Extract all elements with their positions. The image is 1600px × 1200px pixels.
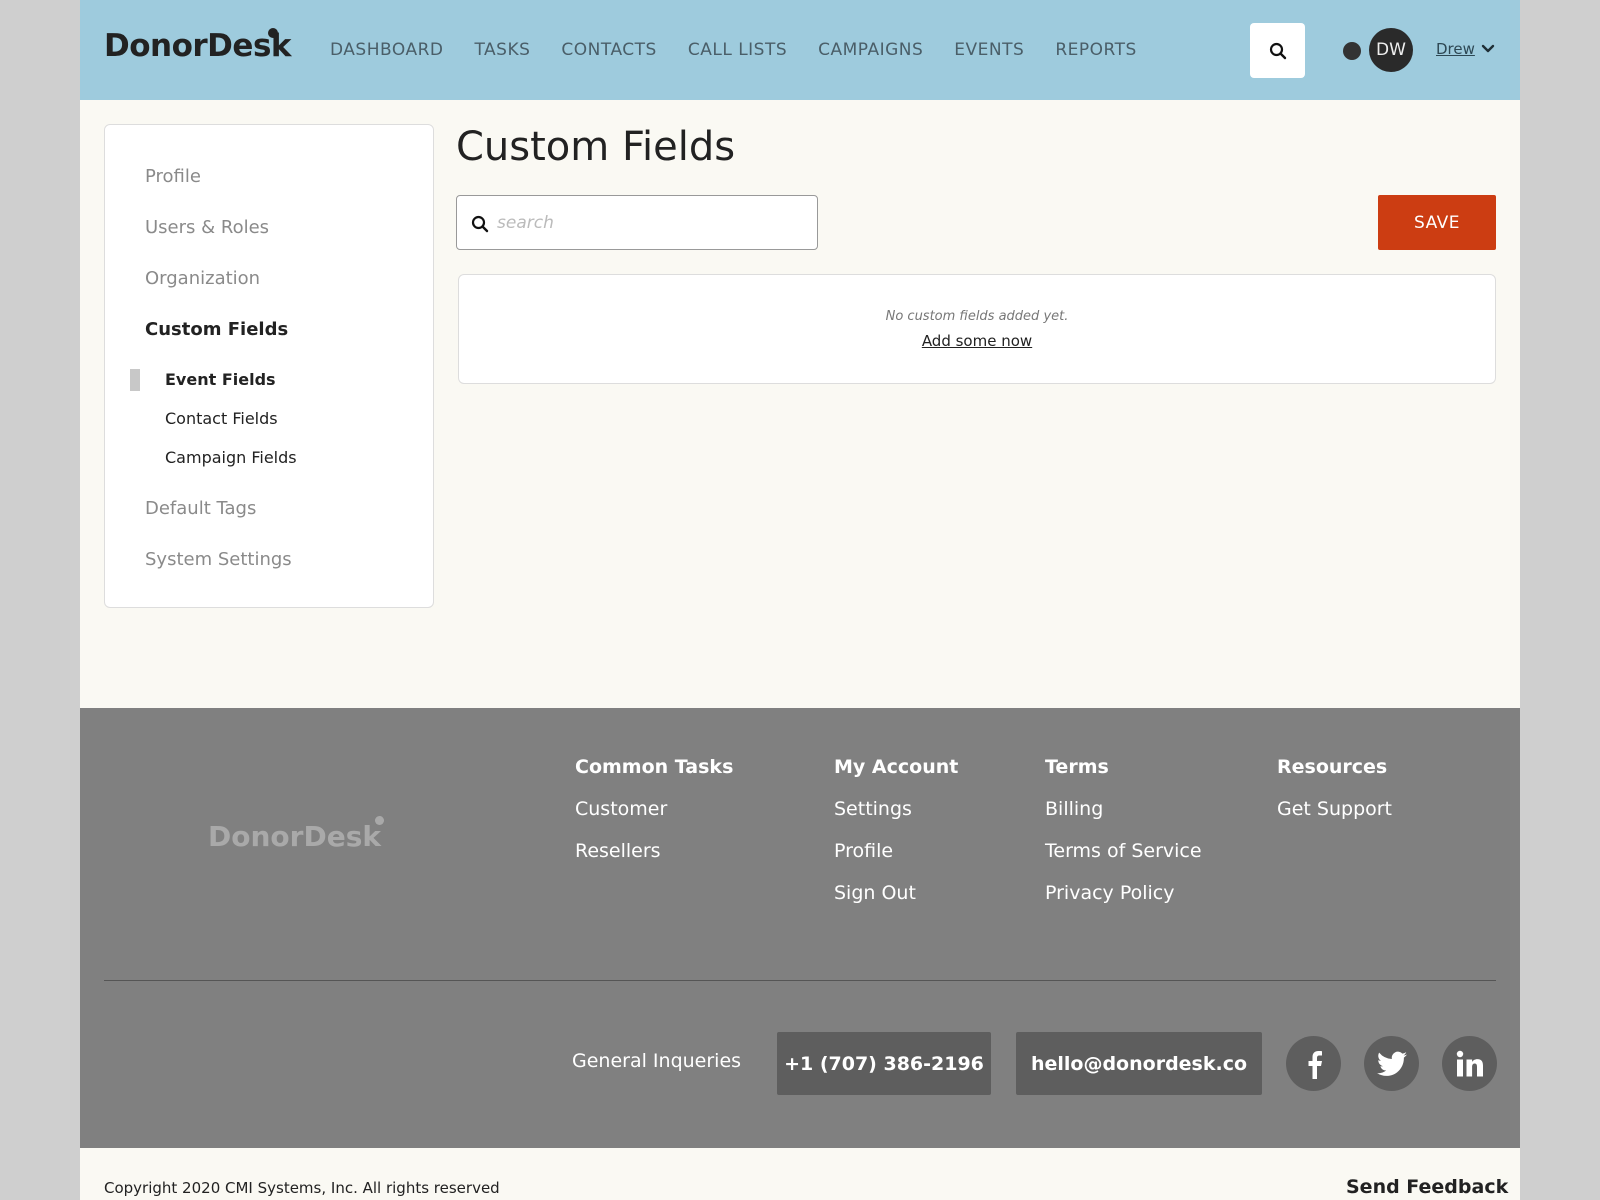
footer-link-settings[interactable]: Settings	[834, 798, 958, 821]
avatar[interactable]: DW	[1369, 28, 1413, 72]
email-button[interactable]: hello@donordesk.co	[1016, 1032, 1262, 1095]
linkedin-button[interactable]	[1442, 1036, 1497, 1091]
settings-sidebar: Profile Users & Roles Organization Custo…	[104, 124, 434, 608]
footer-link-customer[interactable]: Customer	[575, 798, 733, 821]
footer: DonorDesk Common Tasks Customer Reseller…	[80, 708, 1520, 1148]
sidebar-item-custom-fields[interactable]: Custom Fields	[145, 319, 288, 340]
search-field	[456, 195, 818, 250]
top-header: DonorDesk DASHBOARD TASKS CONTACTS CALL …	[80, 0, 1520, 100]
main-nav: DASHBOARD TASKS CONTACTS CALL LISTS CAMP…	[330, 40, 1168, 60]
nav-tasks[interactable]: TASKS	[474, 40, 530, 60]
footer-divider	[104, 980, 1496, 981]
save-button[interactable]: SAVE	[1378, 195, 1496, 250]
footer-link-resellers[interactable]: Resellers	[575, 840, 733, 863]
active-sub-item-marker	[130, 369, 140, 391]
search-icon	[1269, 42, 1286, 59]
footer-column-common-tasks: Common Tasks Customer Resellers	[575, 756, 733, 882]
general-inquiries-label: General Inqueries	[572, 1050, 742, 1072]
logo-dot	[268, 28, 278, 38]
footer-heading: Resources	[1277, 756, 1388, 778]
footer-link-billing[interactable]: Billing	[1045, 798, 1202, 821]
footer-link-sign-out[interactable]: Sign Out	[834, 882, 958, 905]
facebook-button[interactable]	[1286, 1036, 1341, 1091]
facebook-icon	[1308, 1050, 1322, 1079]
status-indicator	[1343, 42, 1361, 60]
footer-column-resources: Resources Get Support	[1277, 756, 1392, 840]
footer-link-profile[interactable]: Profile	[834, 840, 958, 863]
footer-heading: My Account	[834, 756, 959, 778]
chevron-down-icon	[1481, 44, 1495, 53]
nav-reports[interactable]: REPORTS	[1055, 40, 1136, 60]
user-menu[interactable]: Drew	[1436, 40, 1496, 58]
page-title: Custom Fields	[456, 124, 736, 170]
twitter-icon	[1376, 1051, 1407, 1076]
search-icon	[471, 215, 489, 233]
page: DonorDesk DASHBOARD TASKS CONTACTS CALL …	[80, 0, 1520, 1200]
nav-campaigns[interactable]: CAMPAIGNS	[818, 40, 923, 60]
sidebar-subitem-contact-fields[interactable]: Contact Fields	[165, 409, 278, 428]
twitter-button[interactable]	[1364, 1036, 1419, 1091]
phone-button[interactable]: +1 (707) 386-2196	[777, 1032, 991, 1095]
footer-column-my-account: My Account Settings Profile Sign Out	[834, 756, 958, 924]
nav-dashboard[interactable]: DASHBOARD	[330, 40, 443, 60]
sidebar-subitem-campaign-fields[interactable]: Campaign Fields	[165, 448, 297, 467]
custom-fields-panel: No custom fields added yet. Add some now	[458, 274, 1496, 384]
footer-logo: DonorDesk	[208, 820, 381, 853]
header-search-button[interactable]	[1250, 23, 1305, 78]
nav-events[interactable]: EVENTS	[954, 40, 1024, 60]
sidebar-item-profile[interactable]: Profile	[145, 166, 201, 187]
nav-call-lists[interactable]: CALL LISTS	[688, 40, 787, 60]
sidebar-item-system-settings[interactable]: System Settings	[145, 549, 292, 570]
footer-column-terms: Terms Billing Terms of Service Privacy P…	[1045, 756, 1202, 924]
footer-link-terms-of-service[interactable]: Terms of Service	[1045, 840, 1202, 863]
nav-contacts[interactable]: CONTACTS	[561, 40, 656, 60]
user-name: Drew	[1436, 40, 1475, 58]
linkedin-icon	[1456, 1050, 1483, 1076]
footer-logo-dot	[375, 816, 384, 825]
footer-heading: Common Tasks	[575, 756, 734, 778]
footer-link-privacy-policy[interactable]: Privacy Policy	[1045, 882, 1202, 905]
footer-link-get-support[interactable]: Get Support	[1277, 798, 1392, 821]
send-feedback-link[interactable]: Send Feedback	[1346, 1176, 1508, 1198]
sidebar-item-default-tags[interactable]: Default Tags	[145, 498, 256, 519]
copyright-text: Copyright 2020 CMI Systems, Inc. All rig…	[104, 1179, 500, 1197]
search-input[interactable]	[497, 206, 797, 240]
add-fields-link[interactable]: Add some now	[922, 332, 1032, 350]
footer-heading: Terms	[1045, 756, 1109, 778]
sidebar-item-organization[interactable]: Organization	[145, 268, 260, 289]
sidebar-subitem-event-fields[interactable]: Event Fields	[165, 370, 276, 389]
empty-state-text: No custom fields added yet.	[885, 309, 1069, 324]
sidebar-item-users-roles[interactable]: Users & Roles	[145, 217, 269, 238]
logo[interactable]: DonorDesk	[104, 28, 292, 64]
